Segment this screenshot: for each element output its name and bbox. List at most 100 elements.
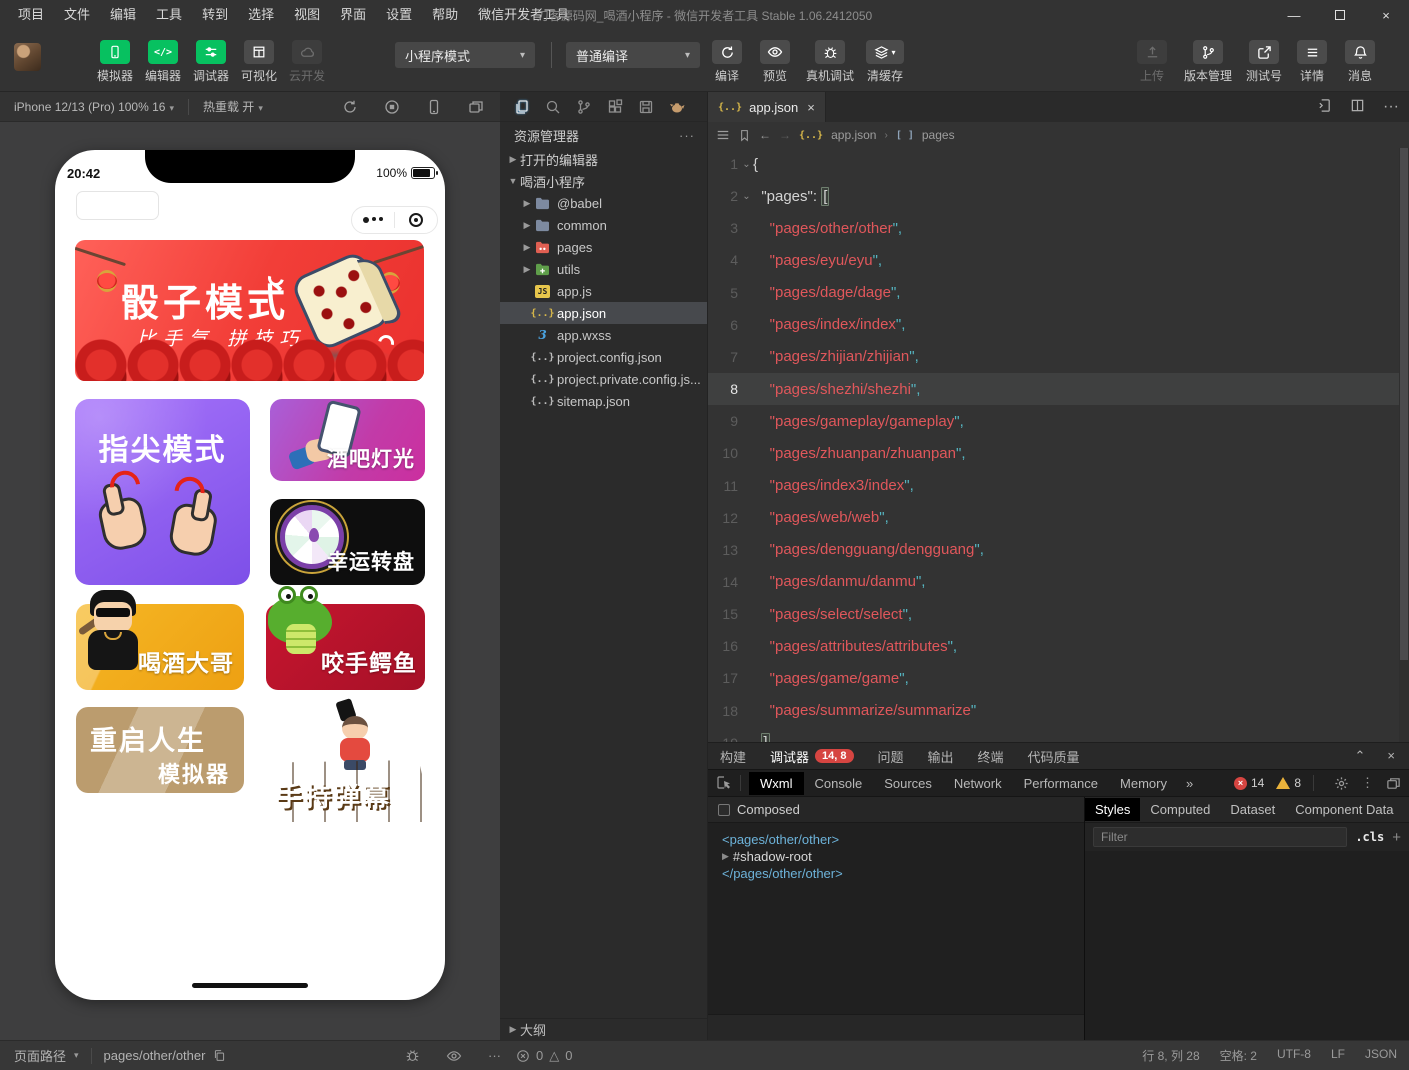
wxml-open-tag[interactable]: <pages/other/other> xyxy=(722,831,1084,848)
tree-item-common[interactable]: ▶common xyxy=(500,214,707,236)
copy-icon[interactable] xyxy=(213,1049,226,1062)
tile-crocodile[interactable]: 咬手鳄鱼 xyxy=(266,604,425,690)
toolbar-button-可视化[interactable]: 可视化 xyxy=(235,40,283,84)
code-line-10[interactable]: 10 "pages/zhuanpan/zhuanpan", xyxy=(708,437,1399,469)
phone-frame-icon[interactable] xyxy=(426,99,442,115)
status-indentation[interactable]: 空格: 2 xyxy=(1220,1047,1257,1064)
fold-icon[interactable]: ⌄ xyxy=(740,159,753,170)
inspect-element-icon[interactable] xyxy=(716,775,732,791)
tree-item-project.private.config.js...[interactable]: {..}project.private.config.js... xyxy=(500,368,707,390)
debugger-panel-tab-构建[interactable]: 构建 xyxy=(720,747,746,766)
menu-item-选择[interactable]: 选择 xyxy=(238,0,284,30)
scrollbar-thumb[interactable] xyxy=(1400,148,1408,660)
open-changes-icon[interactable] xyxy=(1317,98,1332,116)
toolbar-button-清缓存[interactable]: ▾清缓存 xyxy=(861,40,909,84)
tile-handheld-danmu[interactable]: 手持弹幕 xyxy=(262,700,434,828)
error-count[interactable]: ×14 xyxy=(1234,776,1264,790)
tile-lucky-wheel[interactable]: 幸运转盘 xyxy=(270,499,425,585)
code-line-4[interactable]: 4 "pages/eyu/eyu", xyxy=(708,244,1399,276)
breadcrumb-file[interactable]: app.json xyxy=(831,128,876,142)
close-capsule-icon[interactable] xyxy=(395,213,437,227)
menu-item-项目[interactable]: 项目 xyxy=(8,0,54,30)
navigate-forward-icon[interactable]: → xyxy=(779,128,791,142)
avatar[interactable] xyxy=(14,43,41,71)
code-line-5[interactable]: 5 "pages/dage/dage", xyxy=(708,277,1399,309)
code-line-19[interactable]: 19 ], xyxy=(708,727,1399,742)
devtools-tab-Performance[interactable]: Performance xyxy=(1013,772,1109,795)
teapot-icon[interactable] xyxy=(669,99,686,115)
toolbar-button-模拟器[interactable]: 模拟器 xyxy=(91,40,139,84)
open-editors-section[interactable]: ▶ 打开的编辑器 xyxy=(500,148,707,170)
close-tab-icon[interactable]: × xyxy=(807,100,815,115)
tile-bar-light[interactable]: 酒吧灯光 xyxy=(270,399,425,481)
code-line-12[interactable]: 12 "pages/web/web", xyxy=(708,502,1399,534)
split-editor-icon[interactable] xyxy=(1350,98,1365,116)
status-language-mode[interactable]: JSON xyxy=(1365,1047,1397,1064)
debugger-panel-tab-输出[interactable]: 输出 xyxy=(928,747,954,766)
toolbar-button-编译[interactable]: 编译 xyxy=(703,40,751,84)
toolbar-button-真机调试[interactable]: 真机调试 xyxy=(799,40,861,84)
code-line-3[interactable]: 3 "pages/other/other", xyxy=(708,212,1399,244)
devtools-tab-Wxml[interactable]: Wxml xyxy=(749,772,804,795)
wxml-close-tag[interactable]: </pages/other/other> xyxy=(722,865,1084,882)
breadcrumb-node[interactable]: pages xyxy=(922,128,955,142)
tree-item-project.config.json[interactable]: {..}project.config.json xyxy=(500,346,707,368)
rotate-icon[interactable] xyxy=(342,99,358,115)
code-line-13[interactable]: 13 "pages/dengguang/dengguang", xyxy=(708,534,1399,566)
device-select[interactable]: iPhone 12/13 (Pro) 100% 16▾ xyxy=(0,100,174,114)
tree-item-pages[interactable]: ▶pages xyxy=(500,236,707,258)
project-section[interactable]: ▼ 喝酒小程序 xyxy=(500,170,707,192)
collapse-panel-icon[interactable]: ⌃ xyxy=(1355,748,1366,764)
preview-eye-icon[interactable] xyxy=(446,1048,462,1064)
tree-item-app.wxss[interactable]: 3app.wxss xyxy=(500,324,707,346)
code-line-2[interactable]: 2⌄ "pages": [ xyxy=(708,180,1399,212)
devtools-tab-Network[interactable]: Network xyxy=(943,772,1013,795)
filter-input[interactable]: Filter xyxy=(1093,827,1347,847)
code-line-8[interactable]: 8 "pages/shezhi/shezhi", xyxy=(708,373,1399,405)
debugger-panel-tab-终端[interactable]: 终端 xyxy=(978,747,1004,766)
save-icon[interactable] xyxy=(638,99,654,115)
fold-icon[interactable]: ⌄ xyxy=(740,191,753,202)
debugger-panel-tab-调试器[interactable]: 调试器14, 8 xyxy=(770,747,853,766)
toolbar-button-版本管理[interactable]: 版本管理 xyxy=(1176,40,1240,84)
code-area[interactable]: 1⌄{2⌄ "pages": [3 "pages/other/other",4 … xyxy=(708,148,1409,742)
menu-item-界面[interactable]: 界面 xyxy=(330,0,376,30)
hot-reload-toggle[interactable]: 热重载 开▾ xyxy=(203,98,263,115)
overflow-tabs-icon[interactable]: » xyxy=(1178,776,1201,791)
more-menu-icon[interactable] xyxy=(352,217,394,223)
warning-count[interactable]: 8 xyxy=(1276,776,1301,790)
close-button[interactable]: × xyxy=(1363,0,1409,30)
wxml-shadow-root[interactable]: ▶#shadow-root xyxy=(722,848,1084,865)
tile-dice-mode[interactable]: 骰子模式 比手气 拼技巧 xyxy=(75,240,424,381)
extensions-icon[interactable] xyxy=(607,99,623,115)
mode-select[interactable]: 小程序模式▾ xyxy=(395,42,535,68)
undock-icon[interactable] xyxy=(1386,776,1401,791)
page-path-label[interactable]: 页面路径 xyxy=(14,1046,66,1065)
menu-item-帮助[interactable]: 帮助 xyxy=(422,0,468,30)
menu-item-设置[interactable]: 设置 xyxy=(376,0,422,30)
add-rule-icon[interactable]: + xyxy=(1392,829,1401,846)
more-actions-icon[interactable]: ··· xyxy=(488,1048,501,1064)
toolbar-button-详情[interactable]: 详情 xyxy=(1288,40,1336,84)
styles-tab-styles[interactable]: Styles xyxy=(1085,798,1140,821)
status-encoding[interactable]: UTF-8 xyxy=(1277,1047,1311,1064)
tree-item-app.js[interactable]: JSapp.js xyxy=(500,280,707,302)
styles-tab-dataset[interactable]: Dataset xyxy=(1220,798,1285,821)
search-icon[interactable] xyxy=(545,99,561,115)
tile-drink-bro[interactable]: 喝酒大哥 xyxy=(76,604,244,690)
code-line-18[interactable]: 18 "pages/summarize/summarize" xyxy=(708,695,1399,727)
code-line-15[interactable]: 15 "pages/select/select", xyxy=(708,598,1399,630)
compile-select[interactable]: 普通编译▾ xyxy=(566,42,700,68)
styles-tab-computed[interactable]: Computed xyxy=(1140,798,1220,821)
tile-fingertip-mode[interactable]: 指尖模式 xyxy=(75,399,250,585)
code-line-11[interactable]: 11 "pages/index3/index", xyxy=(708,470,1399,502)
current-page-path[interactable]: pages/other/other xyxy=(104,1048,206,1063)
toolbar-button-消息[interactable]: 消息 xyxy=(1336,40,1384,84)
toolbar-button-编辑器[interactable]: </>编辑器 xyxy=(139,40,187,84)
debugger-panel-tab-问题[interactable]: 问题 xyxy=(878,747,904,766)
menu-item-编辑[interactable]: 编辑 xyxy=(100,0,146,30)
tree-item-app.json[interactable]: {..}app.json xyxy=(500,302,707,324)
code-line-17[interactable]: 17 "pages/game/game", xyxy=(708,662,1399,694)
menu-icon[interactable] xyxy=(716,128,730,142)
cls-button[interactable]: .cls xyxy=(1355,830,1384,844)
